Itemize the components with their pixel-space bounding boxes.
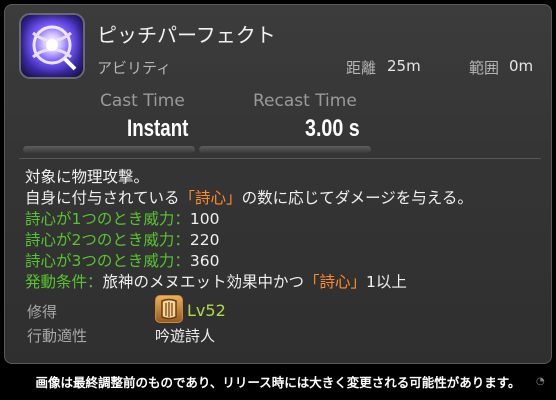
affinity-value: 吟遊詩人 xyxy=(155,327,216,345)
description-line: 自身に付与されている「詩心」の数に応じてダメージを与える。 xyxy=(25,189,473,207)
recast-time-bar xyxy=(199,146,371,153)
range-value: 25m xyxy=(387,57,421,75)
status-term: 「詩心」 xyxy=(179,189,242,207)
radius-value: 0m xyxy=(509,57,534,75)
action-category: アビリティ xyxy=(97,59,172,77)
potency-line: 詩心が2つのとき威力：220 xyxy=(25,231,220,249)
potency-line: 詩心が3つのとき威力：360 xyxy=(25,252,220,270)
acquired-level: Lv52 xyxy=(187,301,226,320)
affinity-label: 行動適性 xyxy=(27,327,88,345)
cast-time-label: Cast Time xyxy=(100,91,185,111)
watermark-icon: ◔ xyxy=(536,376,545,387)
bard-job-icon xyxy=(155,295,183,323)
description-line: 対象に物理攻撃。 xyxy=(25,168,150,186)
pitch-perfect-icon xyxy=(21,15,83,77)
divider xyxy=(19,158,541,159)
potency-line: 詩心が1つのとき威力：100 xyxy=(25,210,220,228)
condition-line: 発動条件：旅神のメヌエット効果中かつ「詩心」1以上 xyxy=(25,273,407,291)
action-tooltip: ピッチパーフェクト アビリティ 距離 25m 範囲 0m Cast Time R… xyxy=(4,4,552,364)
cast-time-bar xyxy=(23,146,195,153)
acquired-label: 修得 xyxy=(27,303,58,321)
recast-time-label: Recast Time xyxy=(253,91,357,111)
radius-label: 範囲 xyxy=(469,59,500,77)
status-term: 「詩心」 xyxy=(304,273,367,291)
cast-time-value: Instant xyxy=(127,115,189,142)
disclaimer-caption: 画像は最終調整前のものであり、リリース時には大きく変更される可能性があります。 xyxy=(35,375,521,390)
recast-time-value: 3.00 s xyxy=(305,115,360,142)
range-label: 距離 xyxy=(346,59,377,77)
action-name: ピッチパーフェクト xyxy=(97,23,276,47)
